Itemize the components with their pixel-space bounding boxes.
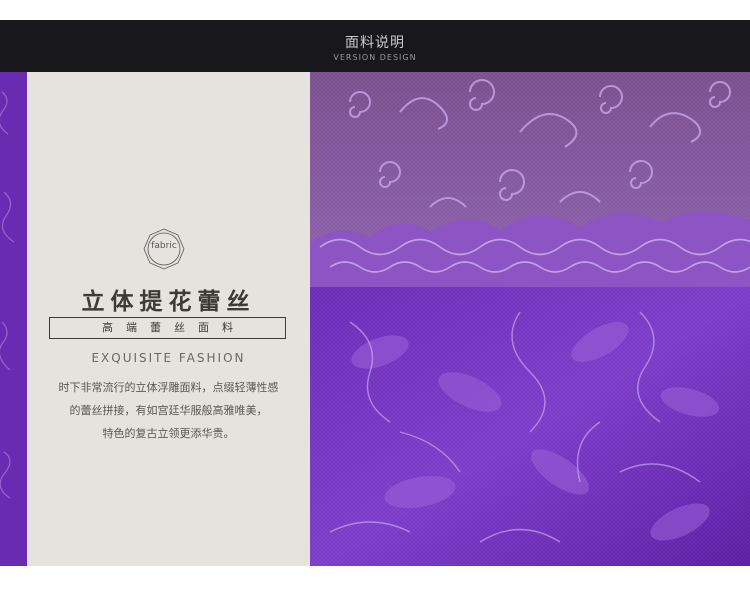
description-line: 特色的复古立领更添华贵。 [102,427,235,440]
english-tagline: EXQUISITE FASHION [91,351,246,365]
fabric-title: 立体提花蕾丝 [81,289,256,315]
framed-label: 高端蕾丝面料 [49,317,286,339]
description-line: 时下非常流行的立体浮雕面料，点缀轻薄性感 [58,381,279,394]
section-title: 面料说明 [345,35,405,51]
section-subtitle: VERSION DESIGN [333,53,417,62]
fabric-section: fabric 立体提花蕾丝 高端蕾丝面料 EXQUISITE FASHION 时… [0,72,750,566]
badge-label: fabric [151,241,177,251]
description-line: 的蕾丝拼接，有如宫廷华服般高雅唯美， [69,404,268,417]
header-band: 面料说明 VERSION DESIGN [0,20,750,72]
info-panel: fabric 立体提花蕾丝 高端蕾丝面料 EXQUISITE FASHION 时… [27,72,310,566]
